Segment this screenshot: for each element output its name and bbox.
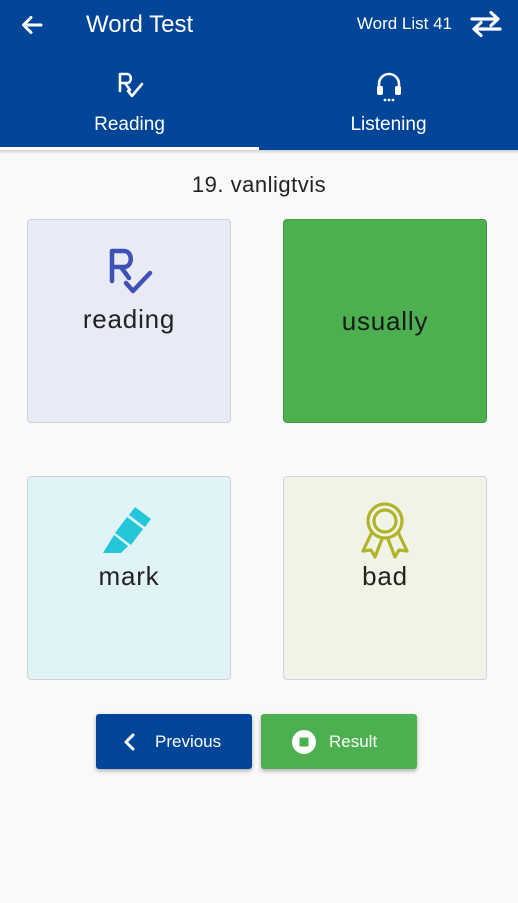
app-bar-shadow [0,150,518,154]
tab-listening-label: Listening [350,114,427,135]
previous-button[interactable]: Previous [96,714,252,769]
page-title: Word Test [86,11,194,38]
option-card-bad[interactable]: bad [283,476,487,680]
option-label: reading [82,304,176,334]
arrow-left-icon [22,16,43,34]
swap-arrows-icon [470,11,502,37]
tab-listening[interactable]: Listening [259,62,518,150]
result-button[interactable]: Result [261,714,417,769]
word-list-label[interactable]: Word List 41 [357,11,452,37]
back-button[interactable] [16,9,48,41]
previous-button-label: Previous [155,731,222,751]
headphones-icon [372,68,406,104]
option-card-usually[interactable]: usually [283,219,487,423]
tab-reading[interactable]: Reading [0,62,259,150]
option-label: usually [341,306,429,336]
tab-reading-label: Reading [94,114,165,135]
swap-button[interactable] [468,8,504,40]
result-button-label: Result [329,731,378,751]
option-label: mark [98,561,160,591]
option-label: bad [362,561,408,591]
reading-check-icon [113,68,147,104]
option-card-mark[interactable]: mark [27,476,231,680]
award-ribbon-icon [355,501,415,561]
stop-circle-icon [291,729,317,755]
question-text: 19. vanligtvis [191,172,327,197]
highlighter-icon [99,501,159,561]
app-bar: Word Test Word List 41 Reading Listening [0,0,518,150]
chevron-left-icon [120,732,140,752]
reading-check-icon [99,244,159,304]
option-card-reading[interactable]: reading [27,219,231,423]
